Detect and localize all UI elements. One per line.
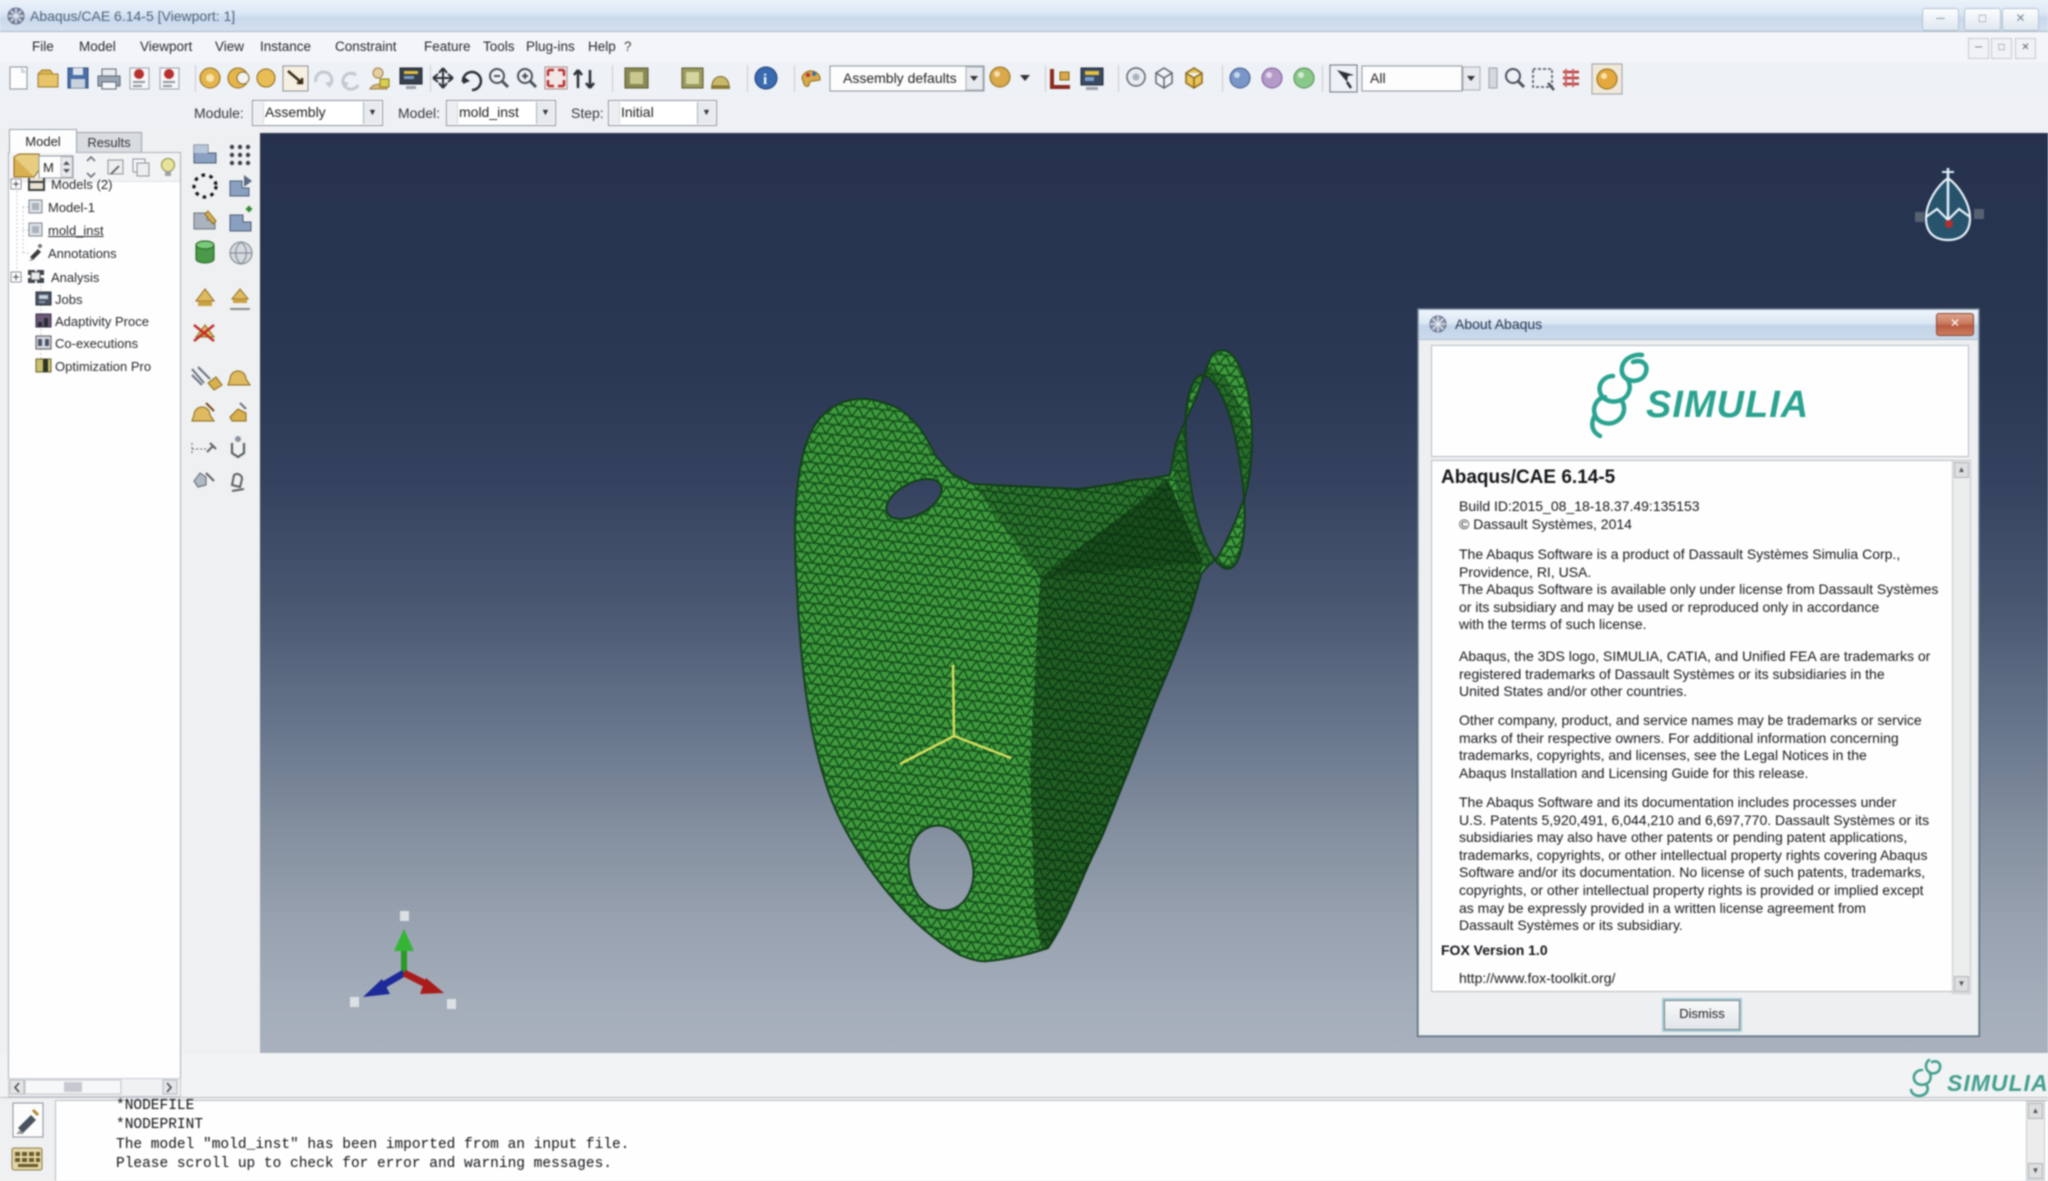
svg-text:M: M — [43, 160, 54, 175]
svg-text:Assembly defaults: Assembly defaults — [843, 70, 957, 86]
svg-text:All: All — [1370, 70, 1386, 86]
svg-text:SIMULIA: SIMULIA — [1947, 1070, 2048, 1096]
svg-text:SIMULIA: SIMULIA — [1646, 384, 1809, 426]
svg-text:i: i — [763, 72, 767, 88]
